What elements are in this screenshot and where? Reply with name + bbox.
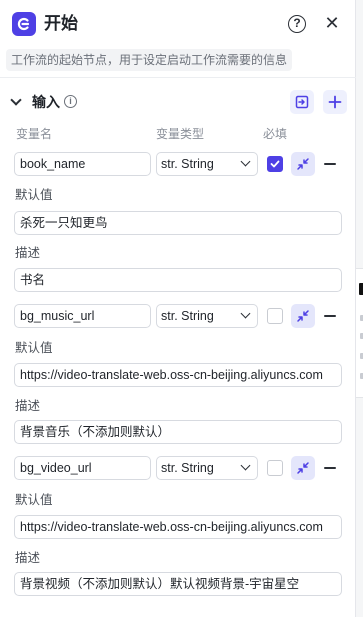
collapse-button[interactable] (291, 456, 315, 480)
remove-variable-icon[interactable] (324, 163, 336, 165)
description-input[interactable]: 背景音乐（不添加则默认） (14, 420, 342, 444)
required-checkbox[interactable] (267, 460, 283, 476)
collapse-icon (297, 462, 309, 474)
check-icon (270, 160, 280, 168)
node-description: 工作流的起始节点，用于设定启动工作流需要的信息 (6, 49, 293, 71)
import-icon (295, 95, 309, 109)
variable-name-input[interactable]: bg_video_url (14, 456, 151, 480)
default-value-input[interactable]: https://video-translate-web.oss-cn-beiji… (14, 515, 342, 539)
variable-type-select[interactable]: str. String (156, 456, 258, 480)
variable-type-value: str. String (161, 309, 214, 323)
description-input[interactable]: 背景视频（不添加则默认）默认视频背景-宇宙星空 (14, 572, 342, 596)
default-value-label: 默认值 (15, 188, 53, 202)
variable-type-select[interactable]: str. String (156, 304, 258, 328)
start-node-panel: 开始 ? ✕ 工作流的起始节点，用于设定启动工作流需要的信息 输入 i 变量名 … (0, 0, 356, 617)
description-input[interactable]: 书名 (14, 268, 342, 292)
node-mark (359, 283, 363, 295)
description-label: 描述 (15, 246, 41, 260)
variable-type-value: str. String (161, 461, 214, 475)
chevron-down-icon (240, 308, 251, 319)
default-value-label: 默认值 (15, 341, 53, 355)
default-value-label: 默认值 (15, 493, 53, 507)
chevron-down-icon (240, 460, 251, 471)
description-label: 描述 (15, 399, 41, 413)
remove-variable-icon[interactable] (324, 315, 336, 317)
default-value-input[interactable]: 杀死一只知更鸟 (14, 211, 342, 235)
remove-variable-icon[interactable] (324, 467, 336, 469)
chevron-down-icon[interactable] (10, 94, 22, 106)
close-icon[interactable]: ✕ (322, 13, 342, 33)
column-header-name: 变量名 (16, 127, 53, 141)
collapse-button[interactable] (291, 304, 315, 328)
collapse-button[interactable] (291, 152, 315, 176)
panel-header: 开始 ? ✕ 工作流的起始节点，用于设定启动工作流需要的信息 (0, 0, 356, 78)
description-label: 描述 (15, 551, 41, 565)
plus-icon (328, 95, 342, 109)
start-node-icon (12, 12, 36, 36)
info-icon[interactable]: i (64, 95, 77, 108)
variable-type-value: str. String (161, 157, 214, 171)
panel-title: 开始 (44, 14, 78, 33)
collapse-icon (297, 158, 309, 170)
variable-name-input[interactable]: bg_music_url (14, 304, 151, 328)
help-icon[interactable]: ? (288, 15, 306, 33)
column-header-required: 必填 (263, 127, 288, 141)
section-title: 输入 (32, 94, 60, 110)
input-section-header: 输入 i (0, 88, 356, 116)
add-variable-button[interactable] (323, 90, 347, 114)
default-value-input[interactable]: https://video-translate-web.oss-cn-beiji… (14, 363, 342, 387)
variable-name-input[interactable]: book_name (14, 152, 151, 176)
column-header-type: 变量类型 (156, 127, 205, 141)
import-button[interactable] (290, 90, 314, 114)
chevron-down-icon (240, 156, 251, 167)
required-checkbox[interactable] (267, 308, 283, 324)
collapse-icon (297, 310, 309, 322)
required-checkbox[interactable] (267, 156, 283, 172)
variable-type-select[interactable]: str. String (156, 152, 258, 176)
